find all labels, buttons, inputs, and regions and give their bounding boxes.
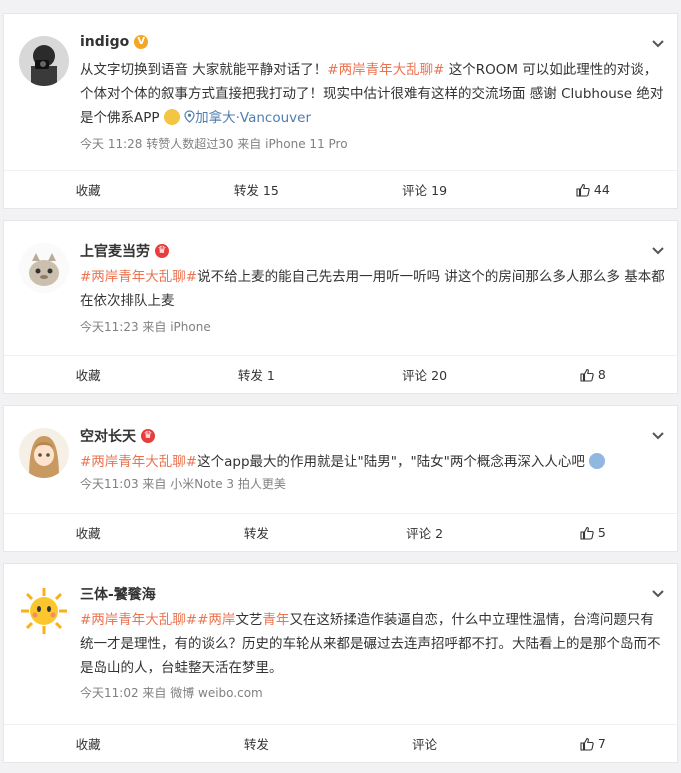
comment-button[interactable]: 评论 20 xyxy=(341,356,509,393)
repost-label: 转发 1 xyxy=(237,368,275,383)
post-meta: 今天11:23 来自 iPhone xyxy=(80,320,211,334)
favorite-label: 收藏 xyxy=(75,183,101,198)
post-text: 从文字切换到语音 大家就能平静对话了！ xyxy=(80,62,328,78)
topic-link[interactable]: #两岸 xyxy=(197,612,235,628)
avatar[interactable] xyxy=(19,586,69,636)
comment-label: 评论 2 xyxy=(406,526,444,541)
thumbs-up-icon xyxy=(580,368,594,382)
comment-button[interactable]: 评论 xyxy=(341,725,509,762)
chevron-down-icon[interactable] xyxy=(649,426,667,444)
verified-icon: V xyxy=(134,35,149,49)
action-bar: 收藏 转发 15 评论 19 44 xyxy=(4,170,677,208)
post-text: 文艺 xyxy=(235,612,263,628)
favorite-label: 收藏 xyxy=(75,737,101,752)
action-bar: 收藏 转发 评论 2 5 xyxy=(4,513,677,551)
like-count: 7 xyxy=(597,736,606,751)
weibo-feed: indigo V 从文字切换到语音 大家就能平静对话了！#两岸青年大乱聊# 这个… xyxy=(0,0,681,773)
post-content: 从文字切换到语音 大家就能平静对话了！#两岸青年大乱聊# 这个ROOM 可以如此… xyxy=(80,58,667,130)
username-text[interactable]: 上官麦当劳 xyxy=(80,241,150,261)
topic-link[interactable]: 青年 xyxy=(262,612,289,628)
favorite-button[interactable]: 收藏 xyxy=(4,725,172,762)
topic-link[interactable]: #两岸青年大乱聊# xyxy=(80,612,197,628)
post-content: #两岸青年大乱聊#这个app最大的作用就是让"陆男"，"陆女"两个概念再深入人心… xyxy=(80,450,667,474)
repost-button[interactable]: 转发 xyxy=(172,514,340,551)
post-content: #两岸青年大乱聊#说不给上麦的能自己先去用一用听一听吗 讲这个的房间那么多人那么… xyxy=(80,265,667,313)
chevron-down-icon[interactable] xyxy=(649,241,667,259)
chevron-down-icon[interactable] xyxy=(649,34,667,52)
action-bar: 收藏 转发 1 评论 20 8 xyxy=(4,355,677,393)
member-crown-icon: ♛ xyxy=(155,244,169,258)
topic-link[interactable]: #两岸青年大乱聊# xyxy=(80,269,197,285)
username[interactable]: indigo V xyxy=(80,34,149,50)
username-text[interactable]: 三体-饕餮海 xyxy=(80,584,156,604)
username[interactable]: 三体-饕餮海 xyxy=(80,584,156,604)
repost-button[interactable]: 转发 1 xyxy=(172,356,340,393)
post-meta: 今天 11:28 转赞人数超过30 来自 iPhone 11 Pro xyxy=(80,137,348,151)
post-meta: 今天11:02 来自 微博 weibo.com xyxy=(80,686,263,700)
username-text[interactable]: indigo xyxy=(80,34,129,50)
avatar[interactable] xyxy=(19,428,69,478)
favorite-button[interactable]: 收藏 xyxy=(4,171,172,208)
post-text: 这个app最大的作用就是让"陆男"，"陆女"两个概念再深入人心吧 xyxy=(197,454,585,470)
topic-link[interactable]: #两岸青年大乱聊# xyxy=(327,62,444,78)
comment-label: 评论 xyxy=(412,737,438,752)
comment-button[interactable]: 评论 2 xyxy=(341,514,509,551)
location-link[interactable]: 加拿大·Vancouver xyxy=(184,110,311,126)
chevron-down-icon[interactable] xyxy=(649,584,667,602)
repost-button[interactable]: 转发 15 xyxy=(172,171,340,208)
post-card: 上官麦当劳 ♛ #两岸青年大乱聊#说不给上麦的能自己先去用一用听一听吗 讲这个的… xyxy=(3,220,678,394)
username[interactable]: 上官麦当劳 ♛ xyxy=(80,241,169,261)
location-text[interactable]: 加拿大·Vancouver xyxy=(195,110,311,126)
repost-button[interactable]: 转发 xyxy=(172,725,340,762)
thumbs-up-icon xyxy=(580,526,594,540)
post-content: #两岸青年大乱聊##两岸文艺青年又在这矫揉造作装逼自恋，什么中立理性温情，台湾问… xyxy=(80,608,667,680)
favorite-button[interactable]: 收藏 xyxy=(4,356,172,393)
username-text[interactable]: 空对长天 xyxy=(80,426,136,446)
like-count: 5 xyxy=(597,525,606,540)
repost-label: 转发 xyxy=(243,737,269,752)
avatar[interactable] xyxy=(19,36,69,86)
comment-label: 评论 19 xyxy=(402,183,448,198)
like-button[interactable]: 44 xyxy=(509,171,677,208)
post-card: indigo V 从文字切换到语音 大家就能平静对话了！#两岸青年大乱聊# 这个… xyxy=(3,13,678,209)
username[interactable]: 空对长天 ♛ xyxy=(80,426,155,446)
like-button[interactable]: 5 xyxy=(509,514,677,551)
thumbs-up-icon xyxy=(576,183,590,197)
action-bar: 收藏 转发 评论 7 xyxy=(4,724,677,762)
like-button[interactable]: 7 xyxy=(509,725,677,762)
like-count: 44 xyxy=(593,182,610,197)
favorite-label: 收藏 xyxy=(75,368,101,383)
post-meta: 今天11:03 来自 小米Note 3 拍人更美 xyxy=(80,477,286,491)
like-button[interactable]: 8 xyxy=(509,356,677,393)
repost-label: 转发 15 xyxy=(233,183,279,198)
comment-label: 评论 20 xyxy=(402,368,448,383)
favorite-label: 收藏 xyxy=(75,526,101,541)
member-crown-icon: ♛ xyxy=(141,429,155,443)
location-pin-icon xyxy=(184,110,195,123)
favorite-button[interactable]: 收藏 xyxy=(4,514,172,551)
topic-link[interactable]: #两岸青年大乱聊# xyxy=(80,454,197,470)
post-card: 空对长天 ♛ #两岸青年大乱聊#这个app最大的作用就是让"陆男"，"陆女"两个… xyxy=(3,405,678,552)
emoji-icon xyxy=(163,109,180,125)
comment-button[interactable]: 评论 19 xyxy=(341,171,509,208)
emoji-icon xyxy=(589,453,606,469)
avatar[interactable] xyxy=(19,243,69,293)
thumbs-up-icon xyxy=(580,737,594,751)
repost-label: 转发 xyxy=(243,526,269,541)
like-count: 8 xyxy=(597,367,606,382)
post-card: 三体-饕餮海 #两岸青年大乱聊##两岸文艺青年又在这矫揉造作装逼自恋，什么中立理… xyxy=(3,563,678,763)
